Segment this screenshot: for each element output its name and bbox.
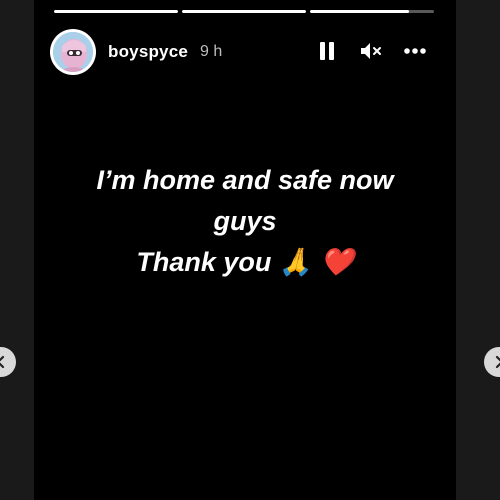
chevron-right-icon (495, 355, 500, 369)
caption-line: I’m home and safe now (96, 165, 394, 195)
story-controls (314, 38, 428, 64)
more-horizontal-icon (404, 48, 426, 54)
story-header: boyspyce 9 h (50, 28, 440, 76)
caption-line: guys (213, 206, 277, 236)
previous-story-button[interactable] (0, 347, 16, 377)
timestamp: 9 h (200, 43, 223, 60)
next-story-button[interactable] (484, 347, 500, 377)
progress-segment (182, 10, 306, 13)
avatar-image (53, 32, 93, 72)
username[interactable]: boyspyce (108, 42, 188, 62)
chevron-left-icon (0, 355, 5, 369)
pause-button[interactable] (314, 38, 340, 64)
avatar[interactable] (50, 29, 96, 75)
story-frame[interactable]: boyspyce 9 h I’m home and safe now guys … (34, 0, 456, 500)
story-progress-bar (54, 10, 434, 13)
mute-button[interactable] (358, 38, 384, 64)
pause-icon (320, 42, 334, 60)
more-options-button[interactable] (402, 38, 428, 64)
progress-segment (310, 10, 434, 13)
caption-line: Thank you 🙏 ❤️ (136, 247, 354, 277)
story-viewer: boyspyce 9 h I’m home and safe now guys … (0, 0, 500, 500)
story-caption: I’m home and safe now guys Thank you 🙏 ❤… (34, 160, 456, 283)
progress-segment (54, 10, 178, 13)
speaker-muted-icon (361, 43, 381, 59)
